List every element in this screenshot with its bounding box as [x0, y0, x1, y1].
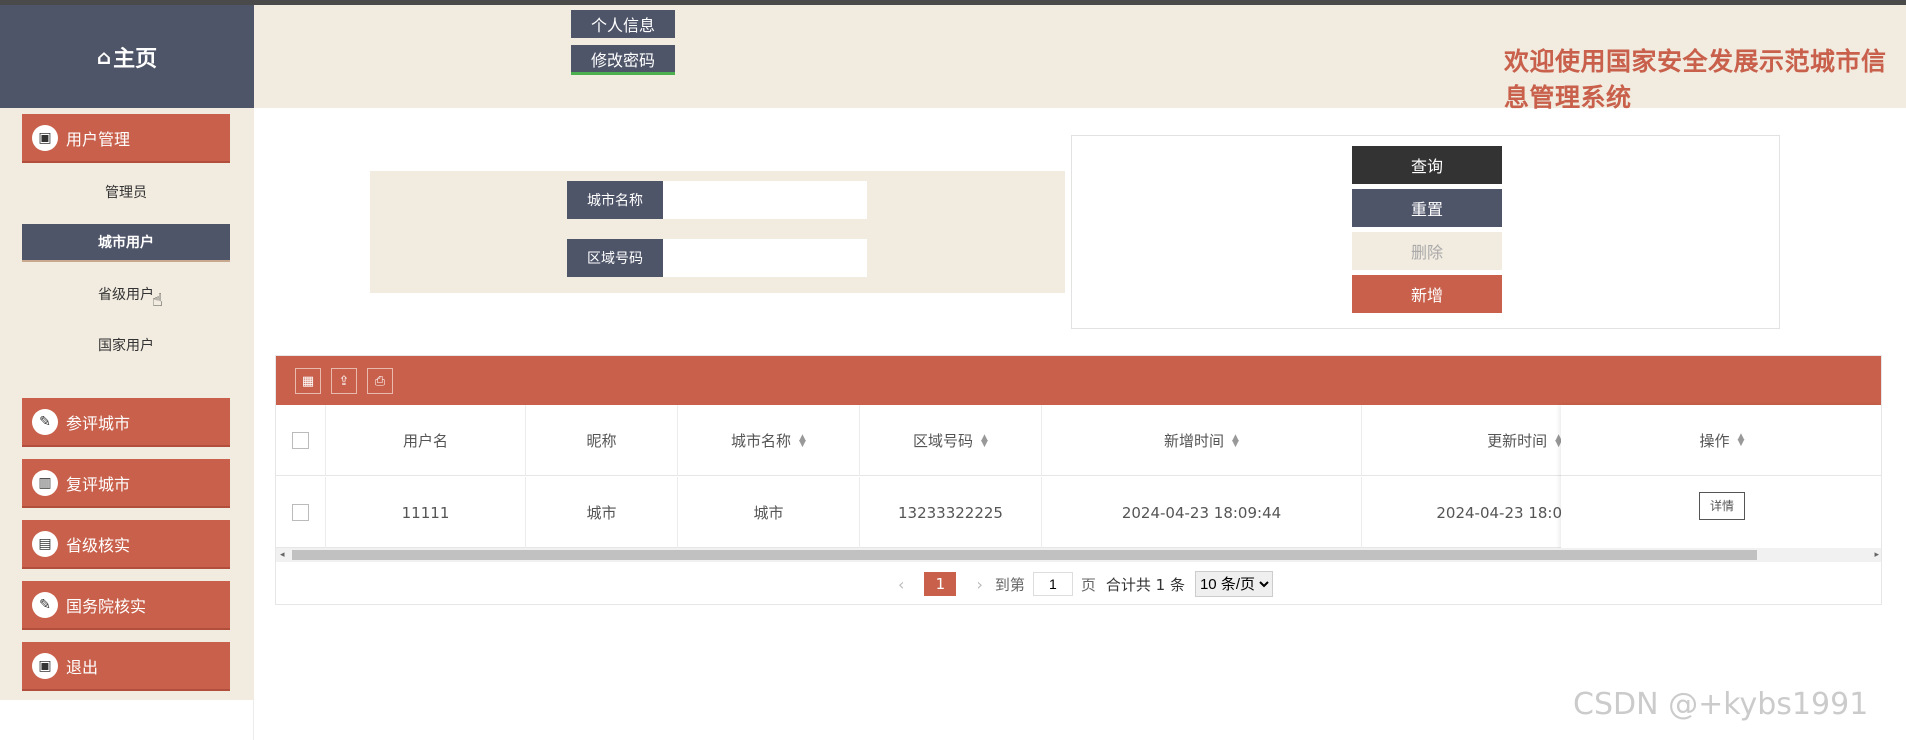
- area-code-label: 区域号码: [567, 239, 663, 277]
- sidebar-item-national-user[interactable]: 国家用户: [22, 326, 230, 364]
- goto-prefix: 到第: [994, 575, 1025, 594]
- col-updated-time-label: 更新时间: [1487, 432, 1548, 450]
- export-icon[interactable]: ⇪: [331, 368, 357, 394]
- menu-review-city[interactable]: ▥ 复评城市: [22, 459, 230, 508]
- watermark: CSDN @+kybs1991: [1573, 687, 1869, 722]
- menu-logout[interactable]: ▣ 退出: [22, 642, 230, 691]
- search-panel: 城市名称 区域号码: [370, 171, 1065, 293]
- city-name-input[interactable]: [663, 181, 867, 219]
- col-city-name[interactable]: 城市名称 ▲ ▼: [678, 405, 860, 476]
- cell-username: 11111: [326, 477, 526, 548]
- pagination: ‹ 1 › 到第 页 合计共 1 条 10 条/页: [276, 564, 1881, 604]
- cell-nickname: 城市: [526, 477, 678, 548]
- reset-button[interactable]: 重置: [1352, 189, 1502, 227]
- home-label: 主页: [113, 46, 158, 72]
- change-password-button[interactable]: 修改密码: [571, 45, 675, 75]
- sort-icon[interactable]: ▲ ▼: [799, 433, 806, 448]
- site-title: 欢迎使用国家安全发展示范城市信息管理系统: [1504, 47, 1887, 112]
- menu-user-management[interactable]: ▣ 用户管理: [22, 114, 230, 163]
- operation-column: 操作 ▲ ▼ 详情: [1561, 405, 1881, 548]
- col-area-code[interactable]: 区域号码 ▲ ▼: [860, 405, 1042, 476]
- col-updated-time[interactable]: 更新时间 ▲ ▼: [1362, 405, 1562, 476]
- table-toolbar: ▦ ⇪ ⎙: [276, 356, 1881, 405]
- city-name-field: 城市名称: [567, 181, 867, 219]
- row-select-cell: [276, 477, 326, 548]
- total-count: 合计共 1 条: [1105, 575, 1185, 594]
- cell-city-name: 城市: [678, 477, 860, 548]
- page-1-button[interactable]: 1: [924, 572, 957, 596]
- header-bar: 个人信息 修改密码 欢迎使用国家安全发展示范城市信息管理系统: [254, 5, 1906, 112]
- col-area-code-label: 区域号码: [913, 432, 974, 450]
- delete-button[interactable]: 删除: [1352, 232, 1502, 270]
- sort-icon[interactable]: ▲ ▼: [1738, 433, 1745, 448]
- clipboard-icon: ▤: [32, 530, 58, 557]
- scroll-right-icon[interactable]: ▸: [1874, 548, 1879, 562]
- menu-label: 用户管理: [66, 129, 131, 149]
- print-icon[interactable]: ⎙: [367, 368, 393, 394]
- edit-icon: ✎: [32, 591, 58, 618]
- add-button[interactable]: 新增: [1352, 275, 1502, 313]
- row-checkbox[interactable]: [292, 504, 309, 521]
- col-created-time[interactable]: 新增时间 ▲ ▼: [1042, 405, 1362, 476]
- user-management-icon: ▣: [32, 124, 58, 151]
- col-operation[interactable]: 操作 ▲ ▼: [1561, 405, 1881, 476]
- edit-icon: ✎: [32, 408, 58, 435]
- col-username: 用户名: [326, 405, 526, 476]
- sidebar-item-province-user[interactable]: 省级用户: [22, 275, 230, 313]
- menu-province-verify[interactable]: ▤ 省级核实: [22, 520, 230, 569]
- action-panel: 查询 重置 删除 新增: [1071, 135, 1780, 329]
- city-name-label: 城市名称: [567, 181, 663, 219]
- area-code-input[interactable]: [663, 239, 867, 277]
- menu-label: 参评城市: [66, 413, 131, 433]
- col-nickname-label: 昵称: [586, 432, 617, 450]
- cell-operation: 详情: [1561, 477, 1881, 548]
- scrollbar-thumb[interactable]: [292, 550, 1757, 560]
- menu-label: 省级核实: [66, 535, 131, 555]
- detail-button[interactable]: 详情: [1699, 491, 1745, 520]
- cell-area-code: 13233322225: [860, 477, 1042, 548]
- area-code-field: 区域号码: [567, 239, 867, 277]
- select-all-cell: [276, 405, 326, 476]
- prev-page-icon[interactable]: ‹: [898, 575, 904, 594]
- menu-label: 退出: [66, 657, 99, 677]
- menu-state-council-verify[interactable]: ✎ 国务院核实: [22, 581, 230, 630]
- user-table: ▦ ⇪ ⎙ 用户名 昵称 城市名称 ▲ ▼ 区域号码 ▲ ▼ 新增时间 ▲ ▼ 更新时间 ▲ ▼…: [275, 355, 1882, 605]
- logout-icon: ▣: [32, 652, 58, 679]
- col-operation-label: 操作: [1699, 431, 1730, 450]
- menu-label: 复评城市: [66, 474, 131, 494]
- goto-suffix: 页: [1080, 575, 1096, 594]
- home-icon: ⌂: [96, 44, 112, 69]
- scroll-left-icon[interactable]: ◂: [280, 548, 285, 562]
- pointer-cursor-icon: ☝: [152, 290, 163, 311]
- cell-created-time: 2024-04-23 18:09:44: [1042, 477, 1362, 548]
- query-button[interactable]: 查询: [1352, 146, 1502, 184]
- goto-page-input[interactable]: [1032, 572, 1073, 596]
- col-username-label: 用户名: [402, 432, 448, 450]
- sidebar-footer: [0, 700, 254, 740]
- profile-button[interactable]: 个人信息: [571, 10, 675, 38]
- sidebar-item-city-user[interactable]: 城市用户: [22, 224, 230, 262]
- col-created-time-label: 新增时间: [1164, 432, 1225, 450]
- sort-icon[interactable]: ▲ ▼: [981, 433, 988, 448]
- select-all-checkbox[interactable]: [292, 432, 309, 449]
- page-size-select[interactable]: 10 条/页: [1194, 571, 1273, 597]
- menu-participating-city[interactable]: ✎ 参评城市: [22, 398, 230, 447]
- next-page-icon[interactable]: ›: [976, 575, 982, 594]
- cell-updated-time: 2024-04-23 18:0: [1436, 503, 1562, 522]
- sidebar-item-admin[interactable]: 管理员: [22, 173, 230, 211]
- horizontal-scrollbar[interactable]: ◂ ▸: [276, 548, 1881, 562]
- columns-icon[interactable]: ▦: [295, 368, 321, 394]
- col-nickname: 昵称: [526, 405, 678, 476]
- menu-label: 国务院核实: [66, 596, 147, 616]
- col-city-name-label: 城市名称: [731, 432, 792, 450]
- sort-icon[interactable]: ▲ ▼: [1232, 433, 1239, 448]
- bar-chart-icon: ▥: [32, 469, 58, 496]
- sidebar: ▣ 用户管理 管理员 城市用户 省级用户 国家用户 ✎ 参评城市 ▥ 复评城市 …: [0, 108, 254, 700]
- home-link[interactable]: ⌂ 主页: [0, 5, 254, 108]
